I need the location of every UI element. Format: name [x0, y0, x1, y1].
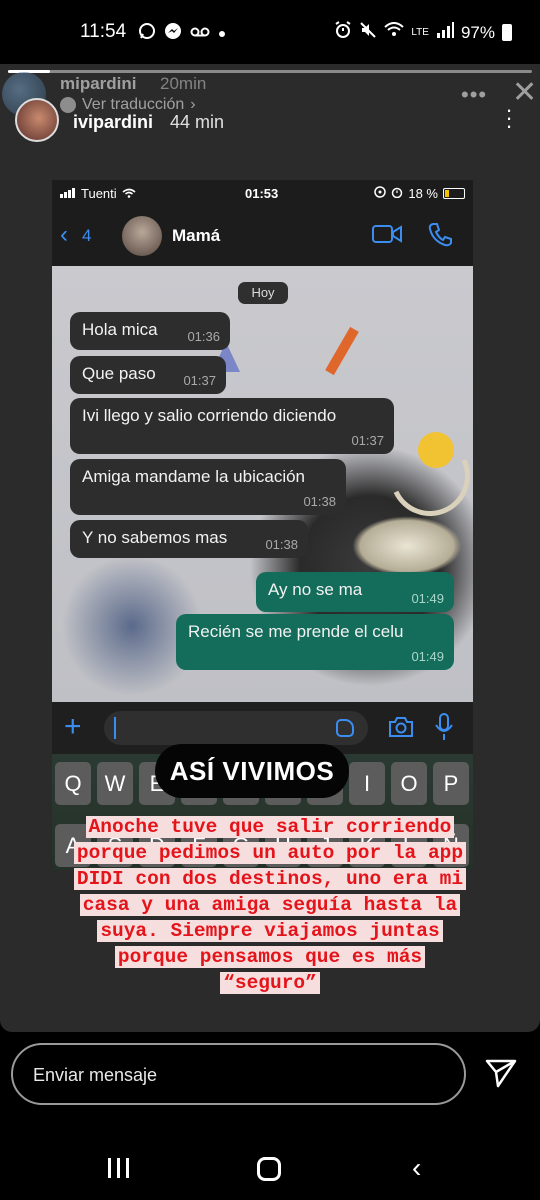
- message-bubble: Hola mica 01:36: [70, 312, 230, 350]
- chat-header: ‹ 4 Mamá: [52, 206, 473, 266]
- wifi-icon: [384, 22, 405, 43]
- video-call-icon: [372, 223, 402, 250]
- battery-icon: [502, 24, 512, 41]
- ios-signal-icon: [60, 186, 76, 201]
- wallpaper-shape: [418, 432, 454, 468]
- plus-icon: +: [64, 710, 82, 743]
- message-bubble-sent: Recién se me prende el celu 01:49: [176, 614, 454, 670]
- whatsapp-icon: [138, 22, 156, 44]
- message-text: Que paso: [82, 364, 156, 383]
- wallpaper-shape: [352, 516, 462, 576]
- more-vertical-icon[interactable]: · · ·: [504, 99, 514, 137]
- battery-percent: 97%: [460, 22, 495, 42]
- ios-carrier-name: Tuenti: [81, 186, 117, 201]
- previous-username: mipardini: [60, 74, 137, 93]
- dot-icon: [218, 25, 226, 42]
- clock: 11:54: [80, 21, 127, 42]
- message-text: Recién se me prende el celu: [188, 622, 404, 641]
- ios-rotation-lock-icon: [374, 186, 387, 201]
- sticker-icon: [336, 719, 354, 737]
- story-username[interactable]: ivipardini: [73, 112, 153, 133]
- caption-line: casa y una amiga seguía hasta la: [79, 894, 461, 916]
- key: P: [433, 762, 469, 805]
- caption-line: “seguro”: [220, 972, 320, 994]
- message-bubble-sent: Ay no se ma 01:49: [256, 572, 454, 612]
- signal-icon: [436, 22, 454, 43]
- message-time: 01:49: [411, 649, 444, 664]
- message-text: Y no sabemos mas: [82, 528, 228, 547]
- ios-alarm-icon: [391, 186, 403, 201]
- story-viewer[interactable]: mipardini 20min Ver traducción › ••• ✕ i…: [0, 64, 540, 1032]
- message-time: 01:49: [411, 591, 444, 606]
- message-bubble: Que paso 01:37: [70, 356, 226, 394]
- chat-area: Hoy Hola mica 01:36 Que paso 01:37 Ivi l…: [52, 266, 473, 702]
- home-icon[interactable]: [257, 1157, 281, 1181]
- alarm-icon: [334, 21, 352, 44]
- ios-battery-percent: 18 %: [408, 186, 438, 201]
- navigation-bar: ‹: [0, 1140, 540, 1200]
- notification-icons: [138, 22, 226, 44]
- reply-placeholder: Enviar mensaje: [33, 1065, 158, 1085]
- message-time: 01:38: [303, 494, 336, 509]
- text-sticker: ASÍ VIVIMOS: [155, 744, 349, 798]
- message-text: Ivi llego y salio corriendo diciendo: [82, 406, 337, 425]
- back-count: 4: [82, 226, 92, 245]
- recent-apps-icon[interactable]: [108, 1158, 129, 1178]
- reply-input[interactable]: Enviar mensaje: [11, 1043, 466, 1105]
- key: I: [349, 762, 385, 805]
- volte-label: LTE: [411, 27, 429, 38]
- key: Q: [55, 762, 91, 805]
- contact-name: Mamá: [172, 226, 221, 245]
- message-bubble: Y no sabemos mas 01:38: [70, 520, 308, 558]
- translate-icon: [60, 97, 76, 113]
- message-input: [104, 711, 368, 745]
- message-bubble: Ivi llego y salio corriendo diciendo 01:…: [70, 398, 394, 454]
- message-text: Ay no se ma: [268, 580, 363, 599]
- ios-right-icons: 18 %: [374, 186, 465, 201]
- day-separator: Hoy: [238, 282, 288, 304]
- ios-wifi-icon: [122, 186, 136, 201]
- key: O: [391, 762, 427, 805]
- key: W: [97, 762, 133, 805]
- story-time: 44 min: [170, 112, 225, 132]
- send-icon[interactable]: [485, 1058, 517, 1093]
- back-icon[interactable]: ‹: [412, 1154, 421, 1182]
- voicemail-icon: [190, 25, 210, 42]
- story-caption: Anoche tuve que salir corriendo porque p…: [34, 814, 506, 996]
- status-bar: 11:54 LTE 97%: [0, 0, 540, 64]
- close-icon[interactable]: ✕: [512, 78, 537, 108]
- ios-status-bar: Tuenti 01:53 18 %: [52, 180, 473, 206]
- message-text: Amiga mandame la ubicación: [82, 467, 306, 486]
- caption-line: porque pedimos un auto por la app: [73, 842, 467, 864]
- text-caret: [114, 717, 116, 739]
- previous-time: 20min: [160, 74, 207, 93]
- messenger-icon: [164, 22, 182, 44]
- caption-line: Anoche tuve que salir corriendo: [85, 816, 455, 838]
- message-text: Hola mica: [82, 320, 158, 339]
- system-icons: LTE 97%: [334, 21, 512, 44]
- contact-avatar: [122, 216, 162, 256]
- message-time: 01:36: [187, 329, 220, 344]
- message-time: 01:37: [351, 433, 384, 448]
- mute-icon: [359, 21, 377, 44]
- message-time: 01:38: [265, 537, 298, 552]
- more-horizontal-icon[interactable]: •••: [461, 82, 487, 108]
- microphone-icon: [435, 713, 453, 746]
- message-time: 01:37: [183, 373, 216, 388]
- chevron-left-icon: ‹: [60, 221, 68, 248]
- wallpaper-shape: [325, 326, 359, 376]
- story-avatar[interactable]: [15, 98, 59, 142]
- caption-line: porque pensamos que es más: [114, 946, 426, 968]
- caption-line: DIDI con dos destinos, uno era mi: [73, 868, 467, 890]
- ios-battery-icon: [443, 188, 465, 199]
- message-bubble: Amiga mandame la ubicación 01:38: [70, 459, 346, 515]
- caption-line: suya. Siempre viajamos juntas: [97, 920, 443, 942]
- phone-icon: [427, 221, 453, 252]
- ios-time: 01:53: [245, 186, 279, 201]
- ios-carrier: Tuenti: [60, 186, 136, 201]
- camera-icon: [388, 716, 414, 743]
